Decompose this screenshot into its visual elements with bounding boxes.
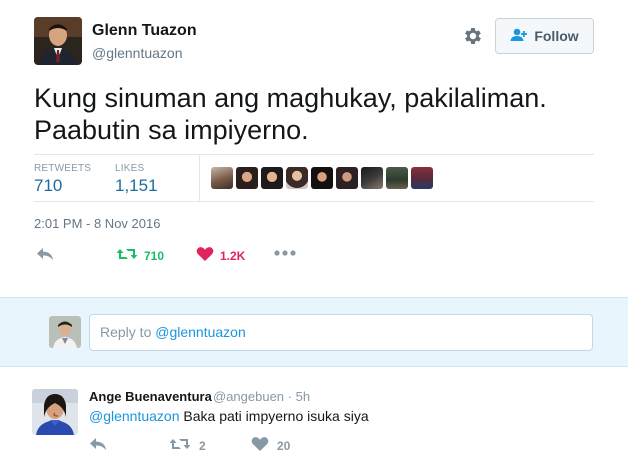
liker-avatar[interactable] bbox=[286, 167, 308, 189]
tweet-text-line: Kung sinuman ang maghukay, pakilaliman. bbox=[34, 83, 547, 113]
liker-avatar[interactable] bbox=[261, 167, 283, 189]
reply-actions: 2 20 bbox=[89, 436, 389, 454]
retweet-icon bbox=[169, 436, 191, 455]
liker-avatar[interactable] bbox=[411, 167, 433, 189]
liker-avatar[interactable] bbox=[311, 167, 333, 189]
likes-stat[interactable]: LIKES 1,151 bbox=[115, 163, 158, 196]
reply-author-name[interactable]: Ange Buenaventura bbox=[89, 389, 212, 404]
follow-user-icon bbox=[510, 28, 528, 45]
retweets-value: 710 bbox=[34, 176, 63, 195]
reply-placeholder-prefix: Reply to bbox=[100, 324, 156, 340]
likes-value: 1,151 bbox=[115, 176, 158, 195]
liker-avatar[interactable] bbox=[211, 167, 233, 189]
retweet-icon bbox=[116, 246, 138, 265]
reply-like-count: 20 bbox=[277, 438, 291, 453]
reply-like-button[interactable]: 20 bbox=[251, 436, 290, 455]
liker-avatar[interactable] bbox=[236, 167, 258, 189]
gear-icon[interactable] bbox=[462, 25, 484, 47]
liker-avatar[interactable] bbox=[336, 167, 358, 189]
liker-avatars bbox=[211, 167, 433, 189]
current-user-avatar bbox=[49, 316, 81, 348]
reply-mention[interactable]: @glenntuazon bbox=[89, 408, 180, 424]
reply-input[interactable]: Reply to @glenntuazon bbox=[89, 314, 593, 351]
reply-icon bbox=[89, 436, 107, 455]
more-button[interactable] bbox=[274, 246, 296, 260]
heart-icon bbox=[196, 246, 214, 265]
retweets-stat[interactable]: RETWEETS 710 bbox=[34, 163, 91, 196]
liker-avatar[interactable] bbox=[361, 167, 383, 189]
reply-tweet[interactable]: Ange Buenaventura @angebuen · 5h @glennt… bbox=[0, 378, 628, 465]
tweet-stats: RETWEETS 710 LIKES 1,151 bbox=[34, 154, 594, 202]
reply-author-avatar[interactable] bbox=[32, 389, 78, 435]
reply-button[interactable] bbox=[36, 246, 54, 265]
tweet-header: Glenn Tuazon @glenntuazon Follow bbox=[34, 17, 594, 67]
reply-reply-button[interactable] bbox=[89, 436, 107, 455]
retweets-label: RETWEETS bbox=[34, 163, 92, 174]
author-handle[interactable]: @glenntuazon bbox=[92, 45, 183, 61]
reply-retweet-button[interactable]: 2 bbox=[169, 436, 206, 455]
liker-avatar[interactable] bbox=[386, 167, 408, 189]
likes-label: LIKES bbox=[115, 163, 145, 174]
stats-divider bbox=[199, 155, 200, 201]
reply-text: @glenntuazon Baka pati impyerno isuka si… bbox=[89, 408, 369, 424]
reply-body: Baka pati impyerno isuka siya bbox=[179, 408, 369, 424]
retweet-button[interactable]: 710 bbox=[116, 246, 164, 265]
reply-retweet-count: 2 bbox=[199, 438, 206, 453]
like-button[interactable]: 1.2K bbox=[196, 246, 245, 265]
reply-compose-area: Reply to @glenntuazon bbox=[0, 297, 628, 367]
author-name[interactable]: Glenn Tuazon bbox=[92, 22, 197, 40]
follow-button[interactable]: Follow bbox=[495, 18, 594, 54]
reply-author-meta[interactable]: @angebuen · 5h bbox=[213, 389, 310, 404]
reply-placeholder-mention: @glenntuazon bbox=[155, 324, 246, 340]
tweet-text: Kung sinuman ang maghukay, pakilaliman. … bbox=[34, 82, 594, 146]
author-avatar[interactable] bbox=[34, 17, 82, 65]
reply-icon bbox=[36, 246, 54, 265]
like-count: 1.2K bbox=[220, 248, 246, 263]
more-icon bbox=[274, 246, 296, 260]
tweet-actions: 710 1.2K bbox=[34, 246, 594, 268]
heart-icon bbox=[251, 436, 269, 455]
retweet-count: 710 bbox=[144, 248, 165, 263]
tweet-text-line: Paabutin sa impiyerno. bbox=[34, 115, 309, 145]
tweet-timestamp[interactable]: 2:01 PM - 8 Nov 2016 bbox=[34, 216, 160, 231]
follow-label: Follow bbox=[534, 28, 579, 44]
